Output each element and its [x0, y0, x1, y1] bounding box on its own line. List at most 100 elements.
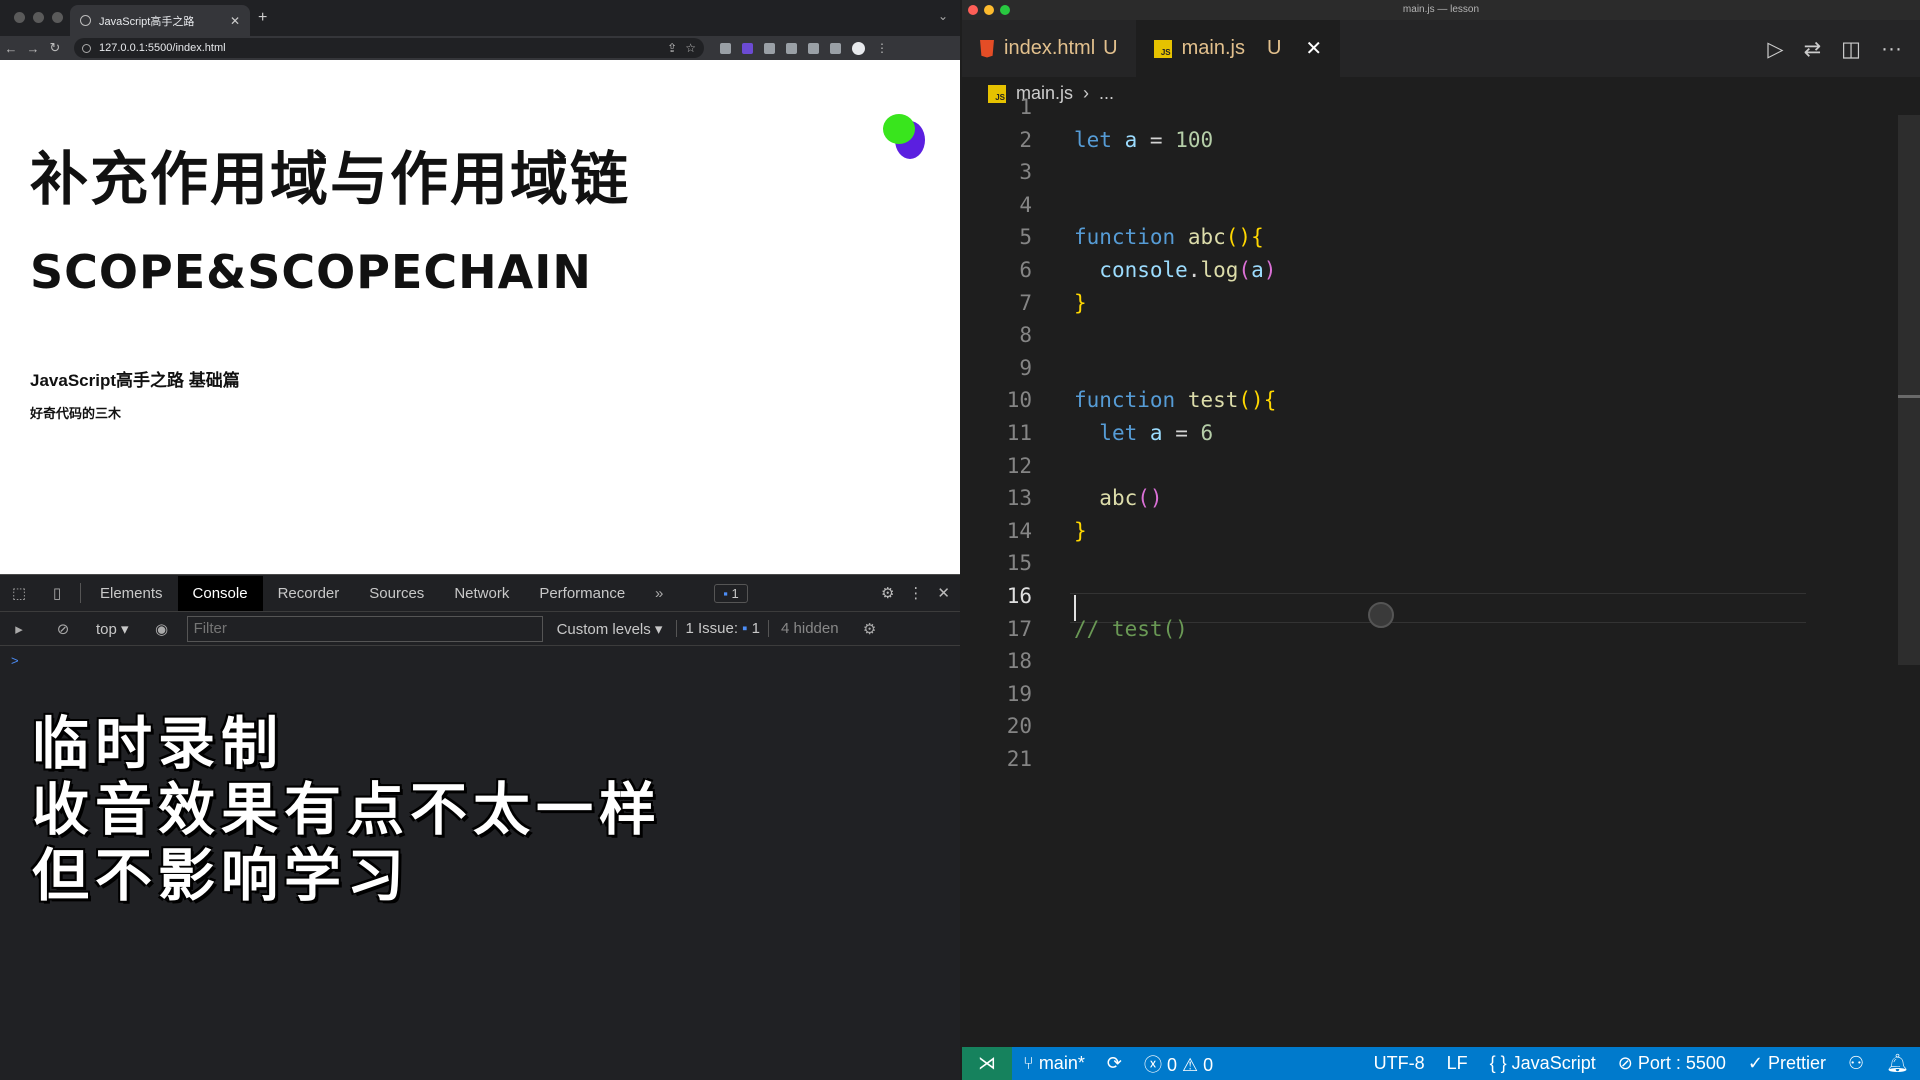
line-number: 5 [1019, 225, 1032, 250]
course-name: JavaScript高手之路 基础篇 [30, 371, 240, 390]
code-line[interactable]: let a = 6 [1074, 421, 1213, 445]
more-actions-icon[interactable]: ··· [1881, 37, 1902, 62]
close-devtools-icon[interactable]: ✕ [937, 584, 950, 602]
extension-icon[interactable] [786, 42, 797, 54]
git-branch[interactable]: ⑂ main* [1012, 1053, 1096, 1074]
close-tab-icon[interactable]: ✕ [1305, 36, 1322, 61]
forward-button[interactable]: → [22, 41, 44, 56]
tab-main-js[interactable]: JS main.js U ✕ [1135, 20, 1341, 77]
tab-elements[interactable]: Elements [85, 576, 178, 611]
language-mode[interactable]: { } JavaScript [1479, 1053, 1607, 1074]
tab-network[interactable]: Network [439, 576, 524, 611]
notifications-bell-icon[interactable]: 🔔︎ [1875, 1053, 1920, 1074]
minimize-window-button[interactable] [33, 12, 44, 23]
log-levels-dropdown[interactable]: Custom levels ▾ [549, 620, 671, 638]
encoding[interactable]: UTF-8 [1363, 1053, 1436, 1074]
error-count: 0 [1166, 1054, 1177, 1075]
zoom-window-button[interactable] [52, 12, 63, 23]
more-tabs-icon[interactable]: » [640, 585, 678, 602]
more-options-icon[interactable]: ⋮ [908, 584, 923, 602]
run-play-icon[interactable]: ▷ [1767, 37, 1783, 62]
minimize-window-button[interactable] [984, 5, 994, 15]
tab-recorder[interactable]: Recorder [263, 576, 355, 611]
clear-console-icon[interactable]: ⊘ [44, 620, 82, 638]
messages-badge[interactable]: ▪ 1 [714, 583, 748, 603]
close-window-button[interactable] [14, 12, 25, 23]
console-toolbar: ▸ ⊘ top ▾ ◉ Custom levels ▾ 1 Issue: ▪ 1… [0, 612, 960, 646]
extension-icon[interactable] [720, 42, 731, 54]
back-button[interactable]: ← [0, 41, 22, 56]
window-controls [968, 5, 1010, 15]
close-tab-icon[interactable]: ✕ [230, 14, 240, 28]
browser-tab-title: JavaScript高手之路 [99, 15, 195, 28]
editor-actions: ▷ ⇄ ◫ ··· [1767, 37, 1902, 62]
window-controls [14, 12, 63, 23]
breadcrumb-symbol[interactable]: ... [1099, 83, 1114, 104]
tab-index-html[interactable]: index.html U [962, 20, 1136, 77]
browser-toolbar: ← → ↻ 127.0.0.1:5500/index.html ⇪ ☆ ⋮ [0, 36, 960, 60]
html5-icon [980, 39, 994, 58]
site-info-icon[interactable] [82, 43, 91, 53]
address-url: 127.0.0.1:5500/index.html [99, 42, 226, 54]
more-menu-icon[interactable]: ⋮ [876, 42, 888, 54]
sync-icon[interactable]: ⟳ [1096, 1053, 1133, 1074]
context-selector[interactable]: top ▾ [88, 620, 137, 638]
tab-performance[interactable]: Performance [524, 576, 640, 611]
extension-icon[interactable] [742, 42, 753, 54]
prettier-status[interactable]: ✓ Prettier [1737, 1053, 1837, 1074]
bookmark-star-icon[interactable]: ☆ [685, 41, 696, 55]
extension-icon[interactable] [764, 42, 775, 54]
device-toolbar-icon[interactable]: ▯ [38, 584, 76, 602]
accounts-icon[interactable]: ⚇ [1837, 1053, 1875, 1074]
editor-scrollbar[interactable] [1898, 115, 1920, 665]
text-caret [1074, 595, 1076, 621]
live-expression-eye-icon[interactable]: ◉ [143, 620, 181, 638]
sidebar-toggle-icon[interactable]: ▸ [0, 620, 38, 638]
code-line[interactable]: function abc(){ [1074, 225, 1264, 249]
sidepanel-icon[interactable] [830, 42, 841, 54]
puzzle-icon[interactable] [808, 42, 819, 54]
message-icon: ▪ [723, 585, 728, 601]
formatter-label: Prettier [1767, 1053, 1826, 1073]
address-bar[interactable]: 127.0.0.1:5500/index.html ⇪ ☆ [74, 38, 704, 58]
split-editor-icon[interactable]: ◫ [1841, 37, 1861, 62]
compare-changes-icon[interactable]: ⇄ [1804, 37, 1822, 62]
line-number: 15 [1006, 551, 1032, 576]
code-line[interactable]: console.log(a) [1074, 258, 1276, 282]
settings-gear-icon[interactable]: ⚙ [881, 584, 894, 602]
caption-line: 收音效果有点不太一样 [32, 777, 662, 843]
problems-indicator[interactable]: ⓧ 0 ⚠ 0 [1133, 1051, 1224, 1077]
editor-titlebar: main.js — lesson [962, 0, 1920, 20]
warning-count: 0 [1203, 1054, 1214, 1075]
browser-tab[interactable]: JavaScript高手之路 ✕ [70, 5, 250, 36]
code-line[interactable]: } [1074, 291, 1087, 315]
issues-label: 1 Issue: [685, 620, 738, 637]
code-line[interactable]: } [1074, 519, 1087, 543]
code-line[interactable]: let a = 100 [1074, 128, 1213, 152]
tab-sources[interactable]: Sources [354, 576, 439, 611]
page-title: 补充作用域与作用域链 [30, 145, 631, 213]
chevron-right-icon: › [1083, 83, 1090, 103]
console-prompt[interactable]: > [11, 653, 19, 668]
remote-indicator-icon[interactable]: ⋊ [962, 1047, 1012, 1080]
console-settings-gear-icon[interactable]: ⚙ [851, 620, 889, 638]
new-tab-button[interactable]: + [258, 9, 267, 27]
console-filter-input[interactable] [186, 615, 543, 642]
scrollbar-position-marker [1898, 395, 1920, 398]
line-ending[interactable]: LF [1436, 1053, 1479, 1074]
line-number: 21 [1006, 747, 1032, 771]
language-label: JavaScript [1511, 1053, 1596, 1073]
zoom-window-button[interactable] [1000, 5, 1010, 15]
live-server-port[interactable]: ⊘ Port : 5500 [1607, 1053, 1737, 1074]
share-icon[interactable]: ⇪ [667, 41, 677, 55]
code-line[interactable]: function test(){ [1074, 388, 1276, 412]
tab-search-chevron-icon[interactable]: ⌄ [938, 9, 948, 23]
close-window-button[interactable] [968, 5, 978, 15]
issues-button[interactable]: 1 Issue: ▪ 1 [676, 620, 770, 637]
code-line[interactable]: abc() [1074, 486, 1162, 510]
code-line[interactable]: // test() [1074, 617, 1188, 641]
profile-avatar[interactable] [852, 41, 865, 55]
tab-console[interactable]: Console [177, 575, 263, 611]
inspect-element-icon[interactable]: ⬚ [0, 584, 38, 602]
reload-button[interactable]: ↻ [44, 40, 66, 56]
